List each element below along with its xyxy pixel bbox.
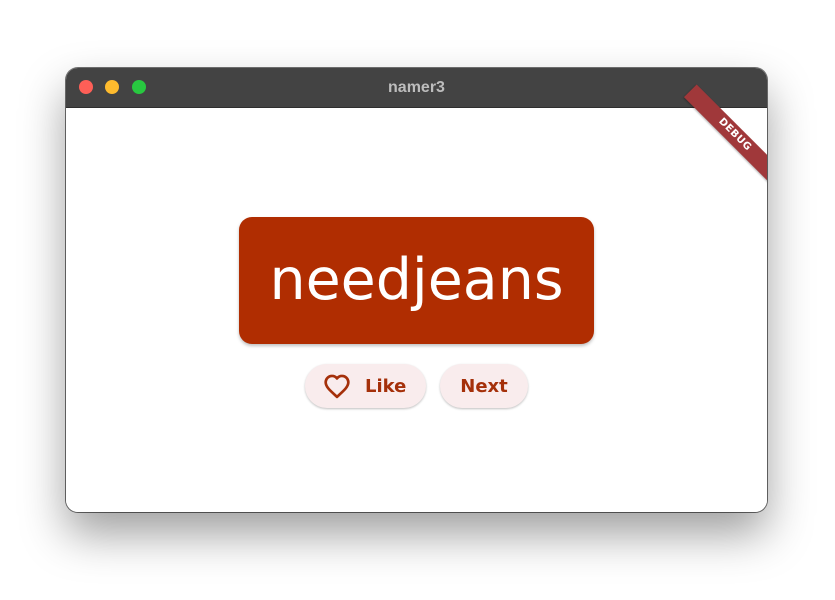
app-content: DEBUG needjeans Like Next [66, 84, 767, 512]
like-button[interactable]: Like [305, 364, 426, 408]
word-pair-text: needjeans [269, 247, 564, 313]
heart-outline-icon [324, 374, 350, 399]
like-button-label: Like [365, 375, 407, 397]
title-bar[interactable]: namer3 [66, 68, 767, 108]
word-pair-card: needjeans [239, 217, 594, 344]
app-window: namer3 DEBUG needjeans Like Next [66, 68, 767, 512]
window-title: namer3 [388, 79, 445, 96]
next-button[interactable]: Next [440, 364, 528, 408]
next-button-label: Next [460, 375, 508, 397]
